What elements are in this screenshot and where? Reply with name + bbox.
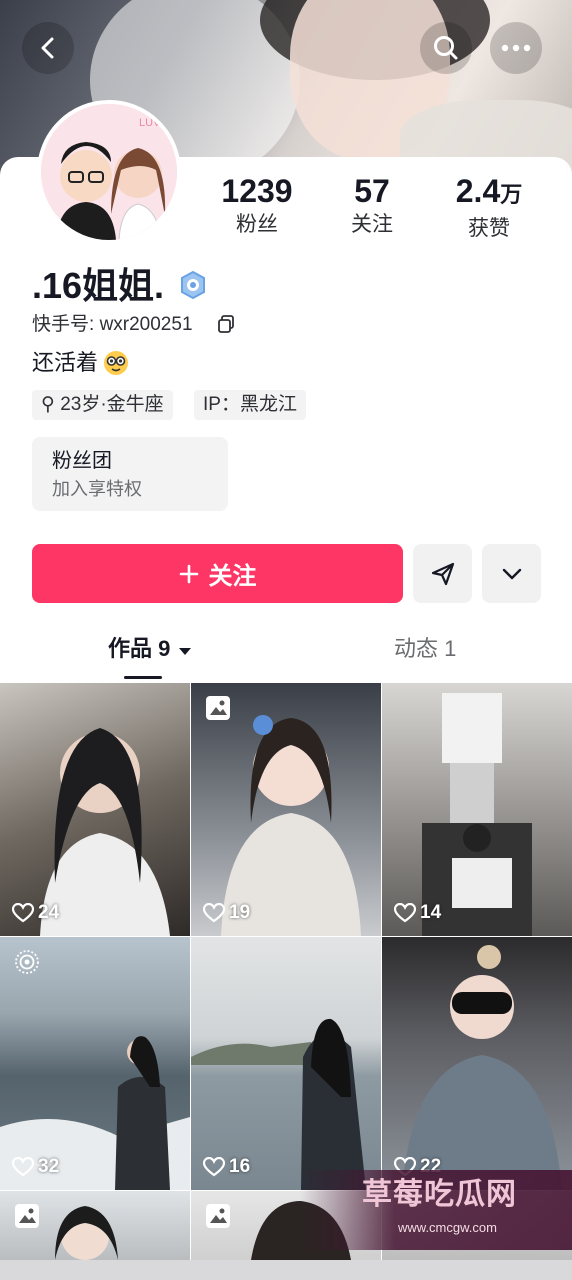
watermark-title: 草莓吃瓜网 <box>362 1178 517 1211</box>
tag-ip-location: IP：黑龙江 <box>194 390 306 420</box>
post-thumbnail[interactable]: 14 <box>382 683 572 936</box>
caret-down-icon <box>179 648 192 655</box>
stat-value: 1239 <box>221 173 293 209</box>
post-thumbnail[interactable]: 24 <box>0 683 190 936</box>
search-icon <box>434 36 458 60</box>
post-thumbnail[interactable]: 32 <box>0 937 190 1190</box>
stat-fans[interactable]: 1239 粉丝 <box>202 172 312 240</box>
chevron-left-icon <box>41 37 54 59</box>
like-count: 19 <box>203 902 250 924</box>
stat-label: 获赞 <box>468 217 510 240</box>
expand-button[interactable] <box>482 544 541 603</box>
send-icon <box>431 562 454 585</box>
stat-value: 57 <box>354 173 390 209</box>
watermark-url: www.cmcgw.com <box>398 1220 497 1235</box>
stat-label: 关注 <box>351 213 393 236</box>
copy-icon[interactable] <box>216 314 236 334</box>
live-photo-icon <box>15 950 39 974</box>
follow-button-label: 关注 <box>208 563 257 590</box>
tag-age-zodiac: ⚲ 23岁·金牛座 <box>32 390 173 420</box>
search-button[interactable] <box>420 22 472 74</box>
like-count: 16 <box>203 1156 250 1178</box>
verified-badge-icon <box>181 270 205 300</box>
image-icon <box>15 1204 39 1228</box>
profile-stats: 1239 粉丝 57 关注 2.4万 获赞 <box>200 172 572 242</box>
avatar[interactable]: LUV <box>37 100 181 244</box>
tab-moments[interactable]: 动态 1 <box>394 632 456 666</box>
plus-icon <box>179 564 198 583</box>
heart-icon <box>12 903 34 923</box>
back-button[interactable] <box>22 22 74 74</box>
stat-likes[interactable]: 2.4万 获赞 <box>434 172 544 244</box>
post-thumbnail[interactable] <box>0 1191 190 1260</box>
avatar-illustration: LUV <box>41 104 177 240</box>
kuaishou-id: 快手号: wxr200251 <box>32 314 193 335</box>
stat-label: 粉丝 <box>236 213 278 236</box>
heart-icon <box>203 1157 225 1177</box>
post-thumbnail[interactable]: 16 <box>191 937 381 1190</box>
post-thumbnail[interactable]: 22 <box>382 937 572 1190</box>
fans-club-subtitle: 加入享特权 <box>52 479 142 499</box>
nerd-emoji-icon <box>104 351 128 375</box>
heart-icon <box>203 903 225 923</box>
message-button[interactable] <box>413 544 472 603</box>
more-button[interactable] <box>490 22 542 74</box>
post-thumbnail[interactable]: 19 <box>191 683 381 936</box>
stat-value: 2.4万 <box>455 173 523 209</box>
image-icon <box>206 1204 230 1228</box>
tab-indicator <box>124 676 162 679</box>
image-icon <box>206 696 230 720</box>
heart-icon <box>12 1157 34 1177</box>
bottom-bar <box>0 1260 572 1280</box>
chevron-down-icon <box>502 568 521 579</box>
profile-bio: 还活着 <box>32 350 99 375</box>
stat-following[interactable]: 57 关注 <box>317 172 427 240</box>
heart-icon <box>394 903 416 923</box>
follow-button[interactable]: 关注 <box>32 544 403 603</box>
fans-club-title: 粉丝团 <box>52 450 112 472</box>
profile-name: .16姐姐. <box>32 265 165 306</box>
fans-club-card[interactable]: 粉丝团 加入享特权 <box>32 437 228 511</box>
like-count: 14 <box>394 902 441 924</box>
like-count: 32 <box>12 1156 59 1178</box>
svg-text:LUV: LUV <box>139 117 161 129</box>
more-horizontal-icon <box>501 44 531 52</box>
like-count: 24 <box>12 902 59 924</box>
tab-works[interactable]: 作品 9 <box>108 632 192 666</box>
